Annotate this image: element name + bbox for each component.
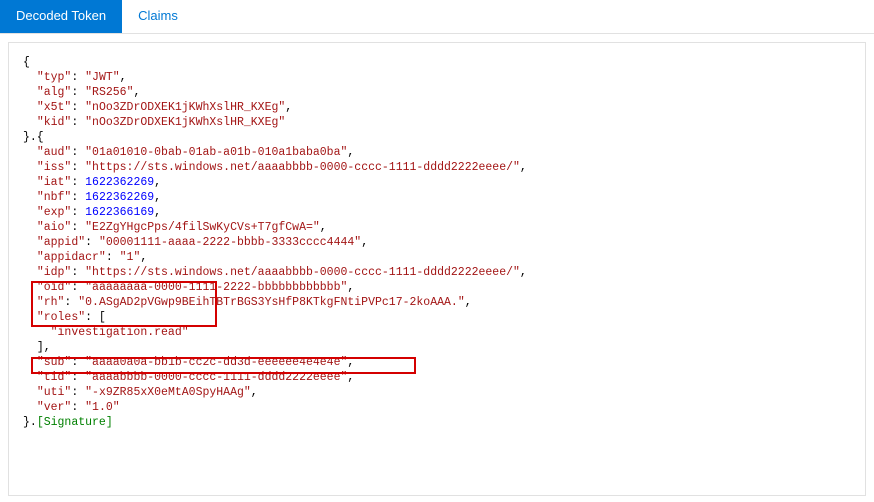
- jwt-exp: 1622366169: [85, 206, 154, 219]
- jwt-idp: https://sts.windows.net/aaaabbbb-0000-cc…: [92, 266, 513, 279]
- jwt-sub: aaaa0a0a-bb1b-cc2c-dd3d-eeeeee4e4e4e: [92, 356, 340, 369]
- jwt-alg: RS256: [92, 86, 127, 99]
- jwt-appidacr: 1: [127, 251, 134, 264]
- jwt-nbf: 1622362269: [85, 191, 154, 204]
- jwt-appid: 00001111-aaaa-2222-bbbb-3333cccc4444: [106, 236, 354, 249]
- jwt-aud: 01a01010-0bab-01ab-a01b-010a1baba0ba: [92, 146, 340, 159]
- tab-decoded-token[interactable]: Decoded Token: [0, 0, 122, 33]
- jwt-typ: JWT: [92, 71, 113, 84]
- jwt-iat: 1622362269: [85, 176, 154, 189]
- jwt-uti: -x9ZR85xX0eMtA0SpyHAAg: [92, 386, 244, 399]
- jwt-aio: E2ZgYHgcPps/4filSwKyCVs+T7gfCwA=: [92, 221, 313, 234]
- jwt-oid: aaaaaaaa-0000-1111-2222-bbbbbbbbbbbb: [92, 281, 340, 294]
- tabs-bar: Decoded Token Claims: [0, 0, 874, 34]
- jwt-rh: 0.ASgAD2pVGwp9BEihTBTrBGS3YsHfP8KTkgFNti…: [85, 296, 458, 309]
- jwt-signature-label: [Signature]: [37, 416, 113, 429]
- jwt-x5t: nOo3ZDrODXEK1jKWhXslHR_KXEg: [92, 101, 278, 114]
- jwt-roles-0: investigation.read: [58, 326, 182, 339]
- jwt-iss: https://sts.windows.net/aaaabbbb-0000-cc…: [92, 161, 513, 174]
- jwt-ver: 1.0: [92, 401, 113, 414]
- jwt-kid: nOo3ZDrODXEK1jKWhXslHR_KXEg: [92, 116, 278, 129]
- decoded-token-panel: { "typ": "JWT", "alg": "RS256", "x5t": "…: [8, 42, 866, 496]
- jwt-tid: aaaabbbb-0000-cccc-1111-dddd2222eeee: [92, 371, 340, 384]
- decoded-token-json: { "typ": "JWT", "alg": "RS256", "x5t": "…: [23, 55, 851, 430]
- tab-claims[interactable]: Claims: [122, 0, 194, 33]
